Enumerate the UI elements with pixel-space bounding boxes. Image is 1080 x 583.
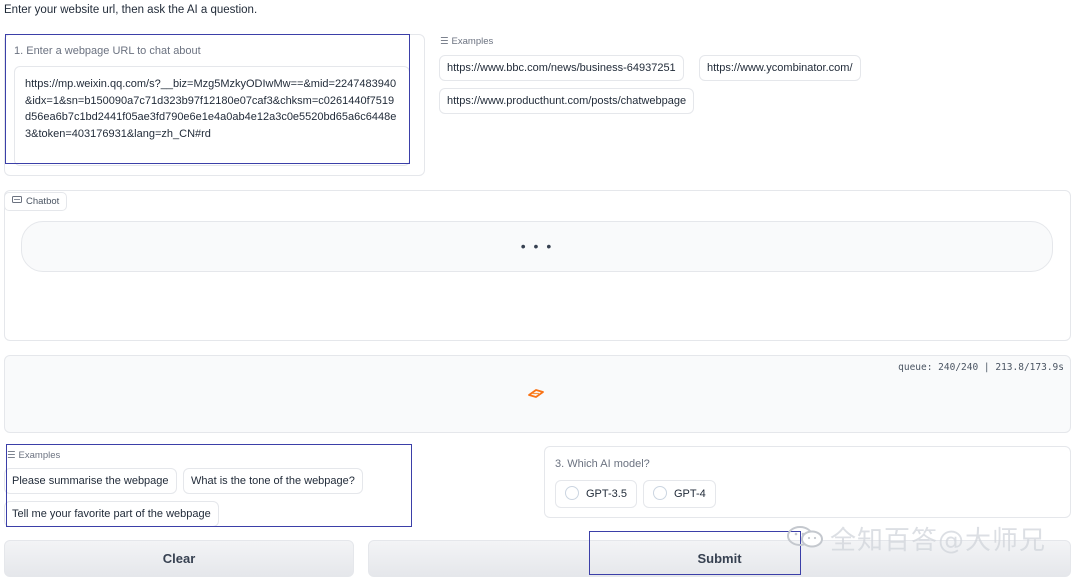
chatbot-tag: Chatbot [4,192,68,211]
radio-circle-icon[interactable] [653,486,667,500]
model-option-gpt4[interactable]: GPT-4 [643,480,716,508]
model-option-gpt35[interactable]: GPT-3.5 [555,480,637,508]
url-example-producthunt[interactable]: https://www.producthunt.com/posts/chatwe… [439,88,695,114]
wechat-logo-icon [787,526,823,548]
url-examples-label: ☰ Examples [440,36,493,47]
intro-text: Enter your website url, then ask the AI … [4,4,258,16]
url-example-ycombinator[interactable]: https://www.ycombinator.com/ [699,55,861,81]
url-input-label: 1. Enter a webpage URL to chat about [14,45,201,57]
clear-button[interactable]: Clear [4,540,354,577]
question-example-tone[interactable]: What is the tone of the webpage? [183,468,363,494]
url-example-bbc[interactable]: https://www.bbc.com/news/business-649372… [439,55,684,81]
url-examples-label-text: Examples [451,36,494,47]
question-example-summarise[interactable]: Please summarise the webpage [4,468,177,494]
queue-status: queue: 240/240 | 213.8/173.9s [898,362,1064,373]
chatbot-label: Chatbot [26,196,60,207]
question-examples-label: ☰ Examples [7,450,60,461]
watermark-text: 全知百答@大师兄 [830,526,1047,556]
loading-spinner-icon [528,389,544,398]
question-examples-label-text: Examples [18,450,61,461]
model-select-label: 3. Which AI model? [555,458,650,470]
list-icon: ☰ [7,450,16,461]
question-example-favorite[interactable]: Tell me your favorite part of the webpag… [4,501,219,527]
chat-icon [12,196,22,203]
list-icon: ☰ [440,36,449,47]
chat-pending-bubble: • • • [21,221,1053,272]
model-option-label: GPT-3.5 [586,488,627,500]
url-input-field[interactable]: https://mp.weixin.qq.com/s?__biz=Mzg5Mzk… [14,66,410,166]
radio-circle-icon[interactable] [565,486,579,500]
model-option-label: GPT-4 [674,488,706,500]
